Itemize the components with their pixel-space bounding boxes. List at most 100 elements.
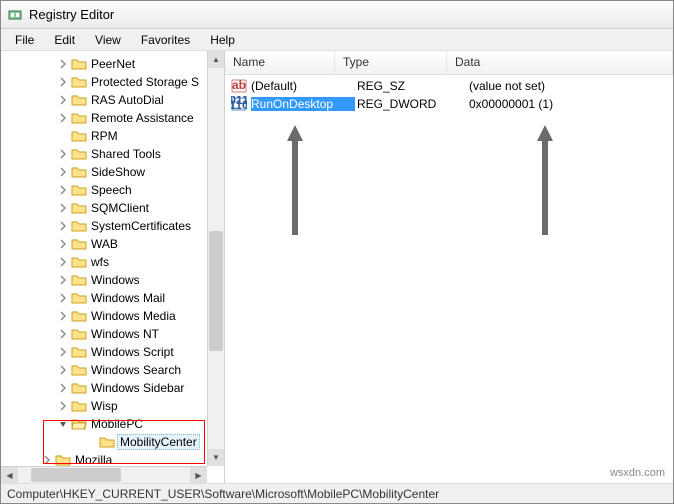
menu-edit[interactable]: Edit [44, 31, 85, 49]
list-panel: Name Type Data ab(Default)REG_SZ(value n… [225, 51, 673, 483]
tree-item[interactable]: Windows Script [1, 343, 224, 361]
tree-item-label: SQMClient [89, 201, 151, 215]
column-header-name[interactable]: Name [225, 51, 335, 74]
expander-spacer [85, 436, 97, 448]
expand-icon[interactable] [57, 328, 69, 340]
expand-icon[interactable] [57, 274, 69, 286]
annotation-arrow-icon [535, 125, 555, 235]
expand-icon[interactable] [57, 76, 69, 88]
tree-item[interactable]: MobilityCenter [1, 433, 224, 451]
folder-icon [71, 164, 87, 180]
tree-item[interactable]: RAS AutoDial [1, 91, 224, 109]
tree-item[interactable]: SideShow [1, 163, 224, 181]
folder-icon [71, 380, 87, 396]
tree-item[interactable]: Protected Storage S [1, 73, 224, 91]
watermark: wsxdn.com [610, 467, 665, 479]
tree-item[interactable]: Windows NT [1, 325, 224, 343]
expander-spacer [57, 130, 69, 142]
tree-item[interactable]: Shared Tools [1, 145, 224, 163]
expand-icon[interactable] [57, 346, 69, 358]
cell-data: 0x00000001 (1) [467, 97, 673, 111]
expand-icon[interactable] [57, 220, 69, 232]
tree-item[interactable]: RPM [1, 127, 224, 145]
scroll-down-arrow-icon[interactable]: ▼ [208, 449, 224, 466]
tree-item[interactable]: Remote Assistance [1, 109, 224, 127]
titlebar: Registry Editor [1, 1, 673, 29]
tree-item[interactable]: Wisp [1, 397, 224, 415]
tree-item[interactable]: SQMClient [1, 199, 224, 217]
string-value-icon: ab [231, 78, 247, 94]
expand-icon[interactable] [41, 454, 53, 466]
expand-icon[interactable] [57, 184, 69, 196]
tree-item-label: Windows Media [89, 309, 178, 323]
expand-icon[interactable] [57, 166, 69, 178]
expand-icon[interactable] [57, 364, 69, 376]
folder-icon [71, 146, 87, 162]
collapse-icon[interactable] [57, 418, 69, 430]
list-row[interactable]: ab(Default)REG_SZ(value not set) [225, 77, 673, 95]
tree-item[interactable]: Windows Mail [1, 289, 224, 307]
tree-item[interactable]: Windows Sidebar [1, 379, 224, 397]
tree-item-label: SystemCertificates [89, 219, 193, 233]
tree-panel: PeerNetProtected Storage SRAS AutoDialRe… [1, 51, 225, 483]
tree-item-label: Windows Search [89, 363, 183, 377]
tree-item[interactable]: Speech [1, 181, 224, 199]
scroll-up-arrow-icon[interactable]: ▲ [208, 51, 224, 68]
tree-horizontal-scrollbar[interactable]: ◀ ▶ [1, 466, 207, 483]
tree-item-label: MobilePC [89, 417, 145, 431]
tree-item-label: MobilityCenter [117, 434, 200, 450]
expand-icon[interactable] [57, 112, 69, 124]
expand-icon[interactable] [57, 382, 69, 394]
tree-item[interactable]: WAB [1, 235, 224, 253]
column-header-data[interactable]: Data [447, 51, 673, 74]
tree-item[interactable]: Windows Media [1, 307, 224, 325]
tree-item-label: Windows [89, 273, 142, 287]
dword-value-icon: 011110 [231, 96, 247, 112]
list-row[interactable]: 011110 RunOnDesktopREG_DWORD0x00000001 (1… [225, 95, 673, 113]
scroll-left-arrow-icon[interactable]: ◀ [1, 467, 18, 483]
tree-item[interactable]: Windows Search [1, 361, 224, 379]
tree-item[interactable]: SystemCertificates [1, 217, 224, 235]
list-view[interactable]: ab(Default)REG_SZ(value not set)011110 Ru… [225, 75, 673, 483]
expand-icon[interactable] [57, 202, 69, 214]
menu-file[interactable]: File [5, 31, 44, 49]
expand-icon[interactable] [57, 256, 69, 268]
menu-help[interactable]: Help [200, 31, 245, 49]
tree-item-label: WAB [89, 237, 120, 251]
folder-icon [71, 128, 87, 144]
folder-icon [71, 308, 87, 324]
expand-icon[interactable] [57, 148, 69, 160]
expand-icon[interactable] [57, 238, 69, 250]
menu-view[interactable]: View [85, 31, 131, 49]
folder-icon [71, 326, 87, 342]
scrollbar-thumb[interactable] [209, 231, 223, 351]
app-icon [7, 7, 23, 23]
folder-icon [71, 236, 87, 252]
scrollbar-thumb[interactable] [31, 468, 121, 482]
folder-icon [71, 362, 87, 378]
expand-icon[interactable] [57, 400, 69, 412]
folder-icon [99, 434, 115, 450]
folder-icon [71, 110, 87, 126]
column-header-type[interactable]: Type [335, 51, 447, 74]
tree-item[interactable]: wfs [1, 253, 224, 271]
scroll-right-arrow-icon[interactable]: ▶ [190, 467, 207, 483]
expand-icon[interactable] [57, 58, 69, 70]
svg-text:ab: ab [232, 78, 246, 92]
cell-type: REG_DWORD [355, 97, 467, 111]
folder-icon [71, 398, 87, 414]
folder-icon [71, 182, 87, 198]
tree-item[interactable]: Windows [1, 271, 224, 289]
expand-icon[interactable] [57, 310, 69, 322]
tree-item-label: Windows Mail [89, 291, 167, 305]
cell-name: RunOnDesktop [251, 97, 355, 111]
tree-item[interactable]: PeerNet [1, 55, 224, 73]
menu-favorites[interactable]: Favorites [131, 31, 200, 49]
tree-view[interactable]: PeerNetProtected Storage SRAS AutoDialRe… [1, 51, 224, 483]
folder-icon [71, 416, 87, 432]
tree-item[interactable]: MobilePC [1, 415, 224, 433]
cell-type: REG_SZ [355, 79, 467, 93]
expand-icon[interactable] [57, 94, 69, 106]
tree-vertical-scrollbar[interactable]: ▲ ▼ [207, 51, 224, 466]
expand-icon[interactable] [57, 292, 69, 304]
